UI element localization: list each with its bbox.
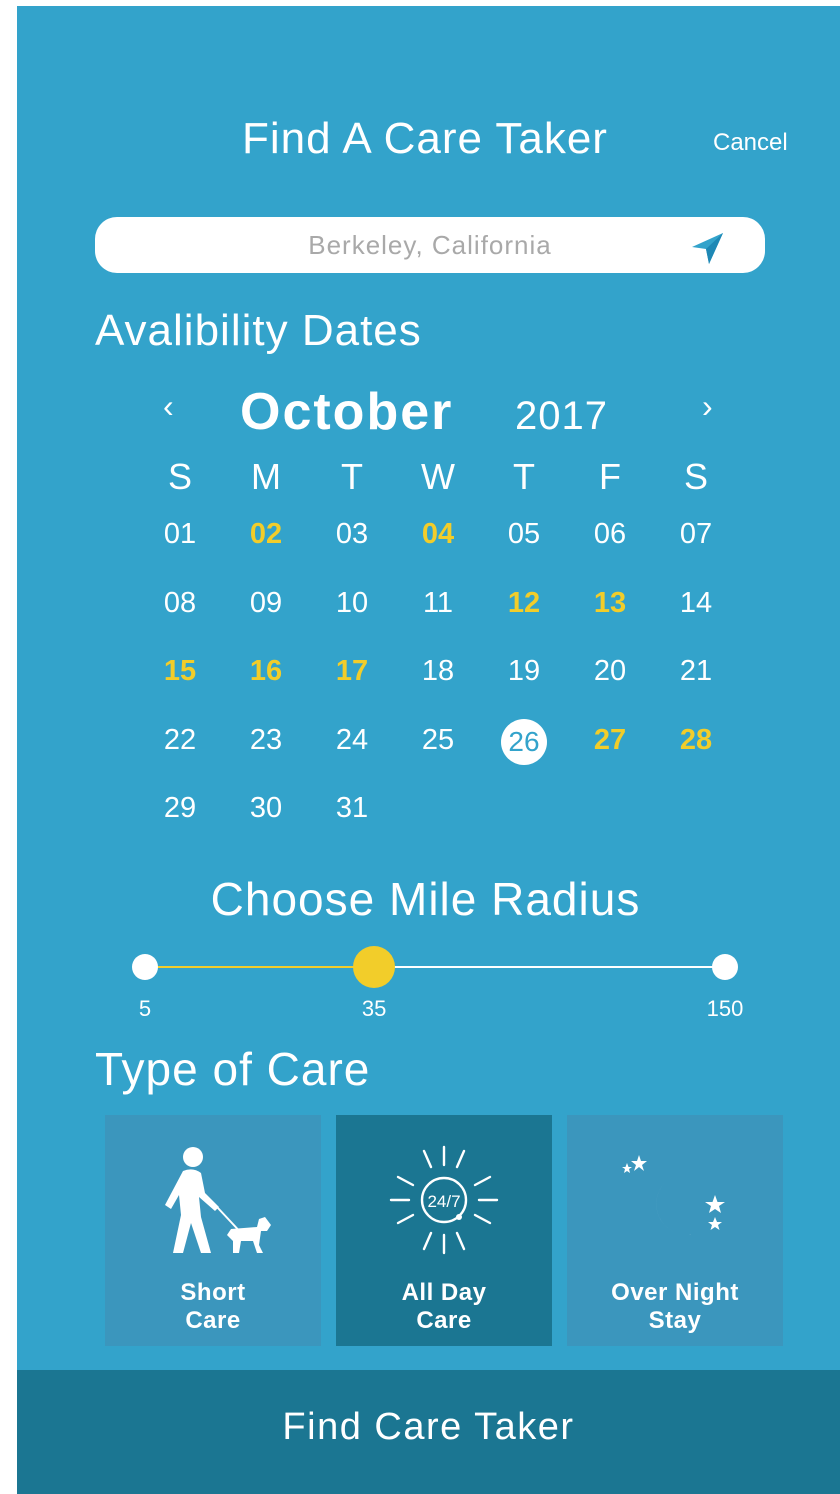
weekday-label: M	[251, 456, 281, 497]
calendar-day[interactable]: 17	[322, 655, 382, 688]
find-care-taker-button[interactable]: Find Care Taker	[17, 1370, 840, 1494]
availability-heading: Avalibility Dates	[95, 306, 422, 355]
calendar-day[interactable]: 03	[322, 518, 382, 551]
calendar-day[interactable]: 14	[666, 587, 726, 620]
slider-min-label: 5	[138, 996, 152, 1021]
weekday-label: S	[683, 456, 708, 497]
sun-24-7-icon: 24/7	[389, 1145, 499, 1255]
moon-stars-icon	[622, 1155, 725, 1235]
calendar-day[interactable]: 12	[494, 587, 554, 620]
chevron-right-icon[interactable]: ›	[702, 388, 713, 425]
weekday-label: W	[421, 456, 455, 497]
calendar-day[interactable]: 31	[322, 792, 382, 825]
calendar-day[interactable]: 13	[580, 587, 640, 620]
location-search-input[interactable]	[95, 217, 765, 273]
calendar-day[interactable]: 11	[408, 587, 468, 620]
calendar-year: 2017	[515, 394, 608, 438]
calendar-day[interactable]: 30	[236, 792, 296, 825]
calendar-month: October	[240, 383, 454, 441]
calendar-day[interactable]: 28	[666, 724, 726, 757]
care-type-heading: Type of Care	[95, 1043, 371, 1095]
cancel-button[interactable]: Cancel	[713, 129, 788, 157]
calendar-day[interactable]: 19	[494, 655, 554, 688]
calendar-day[interactable]: 15	[150, 655, 210, 688]
calendar-day[interactable]: 21	[666, 655, 726, 688]
calendar-day[interactable]: 09	[236, 587, 296, 620]
care-option-all-day-care[interactable]: 24/7 All Day Care	[336, 1115, 552, 1346]
dog-walker-icon	[165, 1147, 271, 1253]
slider-handle[interactable]	[353, 946, 396, 988]
calendar-day[interactable]: 05	[494, 518, 554, 551]
calendar-day[interactable]: 01	[150, 518, 210, 551]
calendar-day[interactable]: 29	[150, 792, 210, 825]
calendar-day[interactable]: 18	[408, 655, 468, 688]
calendar-day[interactable]: 08	[150, 587, 210, 620]
care-option-label: All Day Care	[401, 1279, 487, 1334]
calendar-day[interactable]: 07	[666, 518, 726, 551]
svg-text:24/7: 24/7	[427, 1192, 460, 1211]
slider-fill	[145, 966, 375, 968]
calendar-day[interactable]: 24	[322, 724, 382, 757]
weekday-label: S	[167, 456, 192, 497]
calendar-day[interactable]: 10	[322, 587, 382, 620]
calendar-day[interactable]: 06	[580, 518, 640, 551]
radius-heading: Choose Mile Radius	[210, 873, 641, 925]
calendar-day[interactable]: 25	[408, 724, 468, 757]
care-option-over-night-stay[interactable]: Over Night Stay	[567, 1115, 783, 1346]
app-screen: Find A Care Taker Cancel Avalibility Dat…	[17, 6, 840, 1494]
slider-min-dot	[132, 954, 158, 980]
calendar-day[interactable]: 20	[580, 655, 640, 688]
calendar-day[interactable]: 16	[236, 655, 296, 688]
calendar-day-selected[interactable]: 26	[501, 719, 547, 765]
location-arrow-icon[interactable]	[689, 230, 725, 266]
calendar-day[interactable]: 04	[408, 518, 468, 551]
calendar-day[interactable]: 23	[236, 724, 296, 757]
chevron-left-icon[interactable]: ‹	[163, 388, 174, 425]
weekday-label: F	[599, 456, 621, 497]
slider-value-label: 35	[361, 996, 387, 1021]
slider-max-label: 150	[706, 996, 744, 1021]
calendar-day[interactable]: 22	[150, 724, 210, 757]
care-option-short-care[interactable]: Short Care	[105, 1115, 321, 1346]
slider-max-dot	[712, 954, 738, 980]
location-search	[95, 217, 765, 273]
care-option-label: Short Care	[180, 1279, 246, 1334]
calendar-day[interactable]: 27	[580, 724, 640, 757]
weekday-label: T	[513, 456, 535, 497]
care-option-label: Over Night Stay	[611, 1279, 739, 1334]
calendar-day[interactable]: 02	[236, 518, 296, 551]
weekday-label: T	[341, 456, 363, 497]
